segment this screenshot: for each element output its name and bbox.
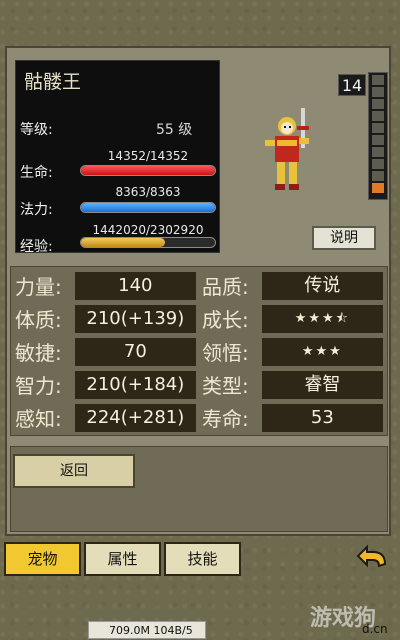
level-value: 55 级	[156, 122, 193, 138]
stat-value: 210(+184)	[74, 370, 196, 399]
stat-label: 力量:	[15, 275, 62, 299]
xp-bar-fill	[81, 238, 165, 247]
stat-row: 智力: 210(+184) 类型: 睿智	[15, 368, 383, 401]
stat-label: 感知:	[15, 407, 62, 431]
hp-bar-fill	[81, 166, 215, 175]
level-meter-segment	[372, 147, 384, 157]
stat-row: 体质: 210(+139) 成长: ★★★⯪	[15, 302, 383, 335]
level-meter-segment	[372, 75, 384, 85]
level-meter-segment	[372, 171, 384, 181]
level-meter-segment	[372, 87, 384, 97]
level-label: 等级:	[20, 122, 53, 138]
stat-value: 224(+281)	[74, 403, 196, 432]
hp-text: 14352/14352	[107, 149, 189, 163]
xp-label: 经验:	[20, 239, 53, 255]
watermark-site: d.cn	[362, 622, 388, 636]
stat-label: 品质:	[202, 275, 249, 299]
hp-label: 生命:	[20, 165, 53, 181]
xp-text: 1442020/2302920	[92, 223, 204, 237]
mp-bar	[80, 202, 216, 213]
status-bar: 709.0M 104B/5	[88, 621, 206, 639]
describe-button[interactable]: 说明	[312, 226, 376, 250]
tab-attributes[interactable]: 属性	[84, 542, 161, 576]
stat-label: 类型:	[202, 374, 249, 398]
level-meter-segment	[372, 99, 384, 109]
level-meter-segment	[372, 111, 384, 121]
back-button[interactable]: 返回	[13, 454, 135, 488]
tab-pet[interactable]: 宠物	[4, 542, 81, 576]
stat-value: 睿智	[261, 370, 383, 399]
mp-text: 8363/8363	[115, 185, 181, 199]
pet-name: 骷髅王	[24, 71, 82, 93]
stat-value: 140	[74, 271, 196, 300]
level-meter-segment	[372, 135, 384, 145]
mp-label: 法力:	[20, 202, 53, 218]
stat-value: 传说	[261, 271, 383, 300]
stat-row: 感知: 224(+281) 寿命: 53	[15, 401, 383, 434]
stat-label: 敏捷:	[15, 341, 62, 365]
stat-label: 成长:	[202, 308, 249, 332]
return-arrow-icon[interactable]	[355, 544, 391, 574]
tab-skills[interactable]: 技能	[164, 542, 241, 576]
stars-rating: ★★★	[261, 337, 383, 366]
level-meter-segment	[372, 183, 384, 193]
level-meter	[368, 72, 388, 200]
level-badge: 14	[338, 74, 366, 96]
level-meter-segment	[372, 123, 384, 133]
stats-table: 力量: 140 品质: 传说体质: 210(+139) 成长: ★★★⯪ 敏捷: 70 领悟: ★★…	[10, 266, 388, 436]
xp-bar	[80, 237, 216, 248]
stat-row: 敏捷: 70 领悟: ★★★	[15, 335, 383, 368]
stat-label: 智力:	[15, 374, 62, 398]
stat-value: 210(+139)	[74, 304, 196, 333]
stars-rating: ★★★⯪	[261, 304, 383, 333]
stat-row: 力量: 140 品质: 传说	[15, 269, 383, 302]
stat-label: 体质:	[15, 308, 62, 332]
pet-info-box: 骷髅王 等级: 55 级 14352/14352 生命: 8363/8363 法…	[15, 60, 220, 255]
skeleton-king-sprite	[265, 108, 309, 190]
mp-bar-fill	[81, 203, 215, 212]
stat-label: 领悟:	[202, 341, 249, 365]
level-meter-segment	[372, 159, 384, 169]
stat-label: 寿命:	[202, 407, 249, 431]
hp-bar	[80, 165, 216, 176]
stat-value: 70	[74, 337, 196, 366]
stat-value: 53	[261, 403, 383, 432]
